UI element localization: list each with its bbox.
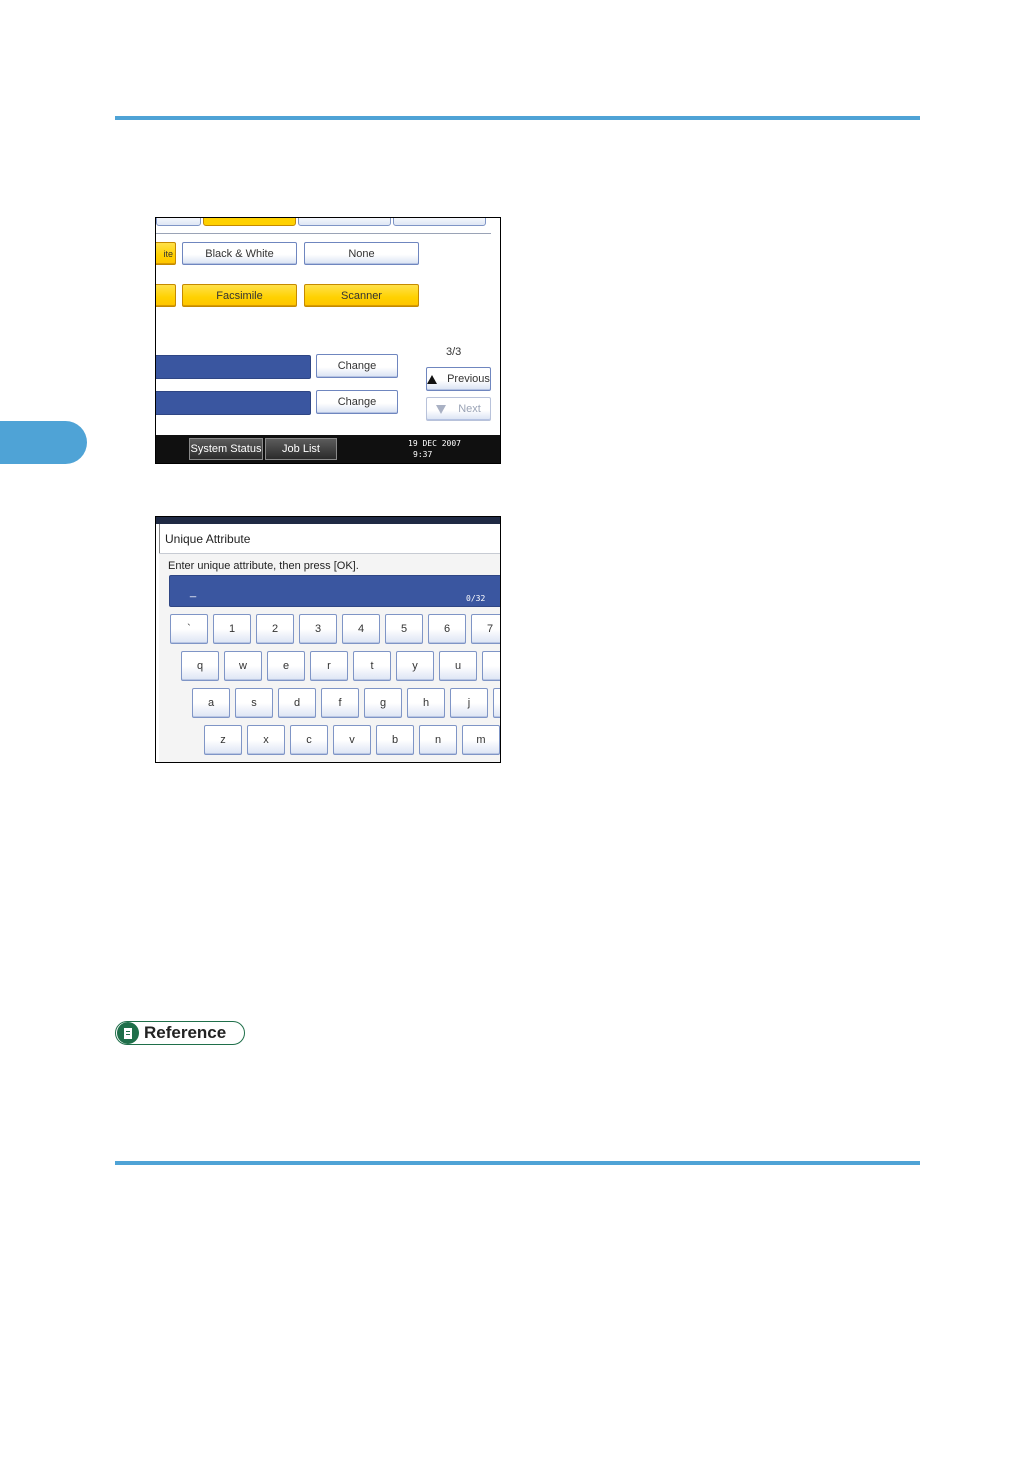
key-x[interactable]: x <box>247 725 285 755</box>
key-w[interactable]: w <box>224 651 262 681</box>
system-status-button[interactable]: System Status <box>189 438 263 460</box>
key-c[interactable]: c <box>290 725 328 755</box>
key-u[interactable]: u <box>439 651 477 681</box>
tab-partial-4[interactable] <box>393 218 486 226</box>
character-counter: 0/32 <box>466 594 486 603</box>
change-button-1[interactable]: Change <box>316 354 398 378</box>
setting-value-field-1 <box>156 355 311 379</box>
bottom-rule <box>115 1161 920 1165</box>
next-button[interactable]: Next <box>426 397 491 421</box>
tab-partial-3[interactable] <box>298 218 391 226</box>
key-7[interactable]: 7 <box>471 614 500 644</box>
dialog-title: Unique Attribute <box>165 532 251 546</box>
key-5[interactable]: 5 <box>385 614 423 644</box>
key-e[interactable]: e <box>267 651 305 681</box>
text-cursor: _ <box>190 586 197 598</box>
change-button-2[interactable]: Change <box>316 390 398 414</box>
time-text: 9:37 <box>413 450 433 459</box>
previous-label: Previous <box>447 373 490 385</box>
reference-book-icon <box>117 1022 139 1044</box>
unique-attribute-screenshot: Unique Attribute Enter unique attribute,… <box>155 516 501 763</box>
key-4[interactable]: 4 <box>342 614 380 644</box>
key-partial-row2[interactable] <box>482 651 500 681</box>
date-time: 19 DEC 2007 9:37 <box>408 438 461 460</box>
reference-badge: Reference <box>115 1021 245 1045</box>
key-backtick[interactable]: ` <box>170 614 208 644</box>
chapter-tab <box>0 421 87 464</box>
tab-strip <box>156 218 500 226</box>
triangle-down-icon <box>436 404 447 414</box>
tab-partial-1[interactable] <box>156 218 201 226</box>
unique-attribute-input[interactable]: _ 0/32 <box>169 575 500 607</box>
key-z[interactable]: z <box>204 725 242 755</box>
key-a[interactable]: a <box>192 688 230 718</box>
key-q[interactable]: q <box>181 651 219 681</box>
key-j[interactable]: j <box>450 688 488 718</box>
section-divider <box>156 233 491 234</box>
reference-label: Reference <box>144 1023 227 1042</box>
key-r[interactable]: r <box>310 651 348 681</box>
key-v[interactable]: v <box>333 725 371 755</box>
key-h[interactable]: h <box>407 688 445 718</box>
settings-screen-screenshot: ite Black & White None Facsimile Scanner… <box>155 217 501 464</box>
key-n[interactable]: n <box>419 725 457 755</box>
top-rule <box>115 116 920 120</box>
tab-partial-2[interactable] <box>203 218 296 226</box>
key-f[interactable]: f <box>321 688 359 718</box>
key-partial-row3[interactable] <box>493 688 500 718</box>
key-b[interactable]: b <box>376 725 414 755</box>
black-white-button[interactable]: Black & White <box>182 242 297 265</box>
page-indicator: 3/3 <box>446 346 462 358</box>
partial-function-button[interactable] <box>156 284 176 307</box>
next-label: Next <box>458 403 481 415</box>
previous-button[interactable]: Previous <box>426 367 491 391</box>
key-y[interactable]: y <box>396 651 434 681</box>
window-top-strip <box>156 517 500 524</box>
key-3[interactable]: 3 <box>299 614 337 644</box>
facsimile-button[interactable]: Facsimile <box>182 284 297 307</box>
key-t[interactable]: t <box>353 651 391 681</box>
triangle-up-icon <box>427 374 438 384</box>
none-button[interactable]: None <box>304 242 419 265</box>
setting-value-field-2 <box>156 391 311 415</box>
key-2[interactable]: 2 <box>256 614 294 644</box>
status-bar: System Status Job List 19 DEC 2007 9:37 <box>156 435 500 463</box>
partial-color-button[interactable]: ite <box>156 242 176 265</box>
key-s[interactable]: s <box>235 688 273 718</box>
instruction-text: Enter unique attribute, then press [OK]. <box>168 560 359 572</box>
key-d[interactable]: d <box>278 688 316 718</box>
job-list-button[interactable]: Job List <box>265 438 337 460</box>
key-6[interactable]: 6 <box>428 614 466 644</box>
date-text: 19 DEC 2007 <box>408 439 461 448</box>
key-1[interactable]: 1 <box>213 614 251 644</box>
scanner-button[interactable]: Scanner <box>304 284 419 307</box>
key-g[interactable]: g <box>364 688 402 718</box>
key-m[interactable]: m <box>462 725 500 755</box>
